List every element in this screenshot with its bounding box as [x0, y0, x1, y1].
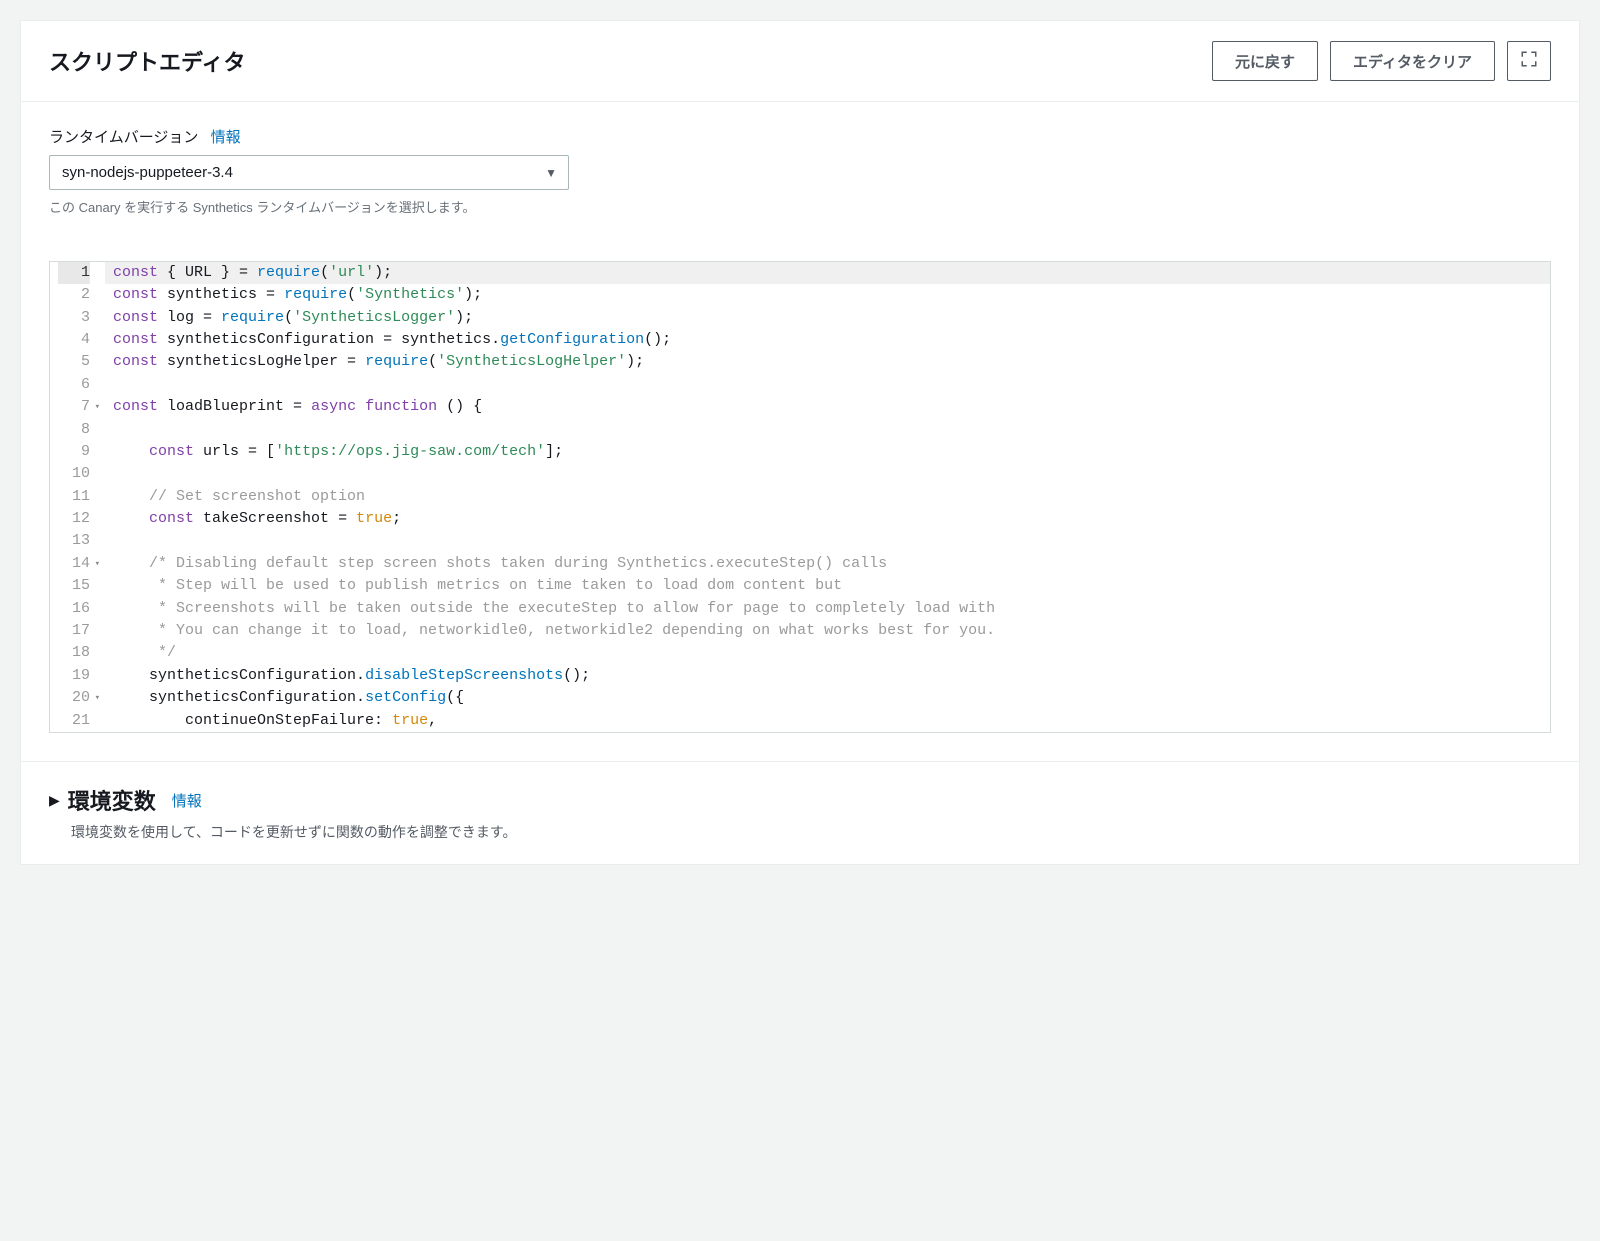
fold-arrow-icon[interactable]: ▾	[95, 396, 100, 418]
code-line[interactable]	[105, 419, 1550, 441]
panel-header: スクリプトエディタ 元に戻す エディタをクリア	[21, 21, 1579, 102]
code-line[interactable]: // Set screenshot option	[105, 486, 1550, 508]
gutter-line[interactable]: 11	[58, 486, 90, 508]
fold-arrow-icon[interactable]: ▾	[95, 553, 100, 575]
code-line[interactable]: const synthetics = require('Synthetics')…	[105, 284, 1550, 306]
gutter-line[interactable]: 9	[58, 441, 90, 463]
code-line[interactable]	[105, 530, 1550, 552]
gutter-line[interactable]: 12	[58, 508, 90, 530]
header-button-group: 元に戻す エディタをクリア	[1212, 41, 1551, 81]
fullscreen-button[interactable]	[1507, 41, 1551, 81]
clear-editor-button[interactable]: エディタをクリア	[1330, 41, 1495, 81]
gutter-line[interactable]: 18	[58, 642, 90, 664]
runtime-version-label: ランタイムバージョン 情報	[49, 126, 1551, 147]
code-line[interactable]: const { URL } = require('url');	[105, 262, 1550, 284]
code-line[interactable]: const log = require('SyntheticsLogger');	[105, 307, 1550, 329]
gutter-line[interactable]: 15	[58, 575, 90, 597]
code-line[interactable]: syntheticsConfiguration.disableStepScree…	[105, 665, 1550, 687]
gutter-line[interactable]: 10	[58, 463, 90, 485]
code-line[interactable]: syntheticsConfiguration.setConfig({	[105, 687, 1550, 709]
code-line[interactable]: /* Disabling default step screen shots t…	[105, 553, 1550, 575]
gutter-line[interactable]: 13	[58, 530, 90, 552]
script-editor-panel: スクリプトエディタ 元に戻す エディタをクリア ランタイムバージョン 情報 sy…	[20, 20, 1580, 762]
expand-icon	[1520, 50, 1538, 72]
gutter: 1234567▾891011121314▾151617181920▾21	[50, 262, 105, 732]
code-line[interactable]: */	[105, 642, 1550, 664]
gutter-line[interactable]: 19	[58, 665, 90, 687]
panel-body: ランタイムバージョン 情報 syn-nodejs-puppeteer-3.4 ▼…	[21, 102, 1579, 761]
gutter-line[interactable]: 21	[58, 710, 90, 732]
env-section-header[interactable]: ▶ 環境変数 情報	[49, 784, 1551, 816]
code-editor[interactable]: 1234567▾891011121314▾151617181920▾21 con…	[49, 261, 1551, 733]
env-variables-section: ▶ 環境変数 情報 環境変数を使用して、コードを更新せずに関数の動作を調整できま…	[20, 762, 1580, 865]
runtime-select-wrapper: syn-nodejs-puppeteer-3.4 ▼	[49, 155, 569, 190]
gutter-line[interactable]: 3	[58, 307, 90, 329]
gutter-line[interactable]: 7▾	[58, 396, 90, 418]
code-line[interactable]: * You can change it to load, networkidle…	[105, 620, 1550, 642]
code-area[interactable]: const { URL } = require('url');const syn…	[105, 262, 1550, 732]
code-line[interactable]: * Screenshots will be taken outside the …	[105, 598, 1550, 620]
code-line[interactable]: const syntheticsLogHelper = require('Syn…	[105, 351, 1550, 373]
env-info-link[interactable]: 情報	[172, 790, 202, 811]
runtime-label-text: ランタイムバージョン	[49, 129, 198, 146]
gutter-line[interactable]: 14▾	[58, 553, 90, 575]
gutter-line[interactable]: 5	[58, 351, 90, 373]
gutter-line[interactable]: 6	[58, 374, 90, 396]
runtime-help-text: この Canary を実行する Synthetics ランタイムバージョンを選択…	[49, 198, 569, 219]
code-line[interactable]: const loadBlueprint = async function () …	[105, 396, 1550, 418]
fold-arrow-icon[interactable]: ▾	[95, 687, 100, 709]
runtime-version-select[interactable]: syn-nodejs-puppeteer-3.4	[49, 155, 569, 190]
gutter-line[interactable]: 20▾	[58, 687, 90, 709]
env-section-description: 環境変数を使用して、コードを更新せずに関数の動作を調整できます。	[71, 822, 1551, 842]
gutter-line[interactable]: 1	[58, 262, 90, 284]
revert-button[interactable]: 元に戻す	[1212, 41, 1318, 81]
gutter-line[interactable]: 8	[58, 419, 90, 441]
code-line[interactable]: const urls = ['https://ops.jig-saw.com/t…	[105, 441, 1550, 463]
code-line[interactable]: continueOnStepFailure: true,	[105, 710, 1550, 732]
code-line[interactable]: const takeScreenshot = true;	[105, 508, 1550, 530]
gutter-line[interactable]: 4	[58, 329, 90, 351]
code-line[interactable]: const syntheticsConfiguration = syntheti…	[105, 329, 1550, 351]
caret-right-icon: ▶	[49, 792, 60, 809]
gutter-line[interactable]: 17	[58, 620, 90, 642]
env-section-title: 環境変数	[68, 784, 156, 816]
gutter-line[interactable]: 2	[58, 284, 90, 306]
code-line[interactable]	[105, 463, 1550, 485]
code-line[interactable]: * Step will be used to publish metrics o…	[105, 575, 1550, 597]
page-title: スクリプトエディタ	[49, 45, 245, 77]
gutter-line[interactable]: 16	[58, 598, 90, 620]
runtime-info-link[interactable]: 情報	[211, 129, 241, 146]
code-line[interactable]	[105, 374, 1550, 396]
